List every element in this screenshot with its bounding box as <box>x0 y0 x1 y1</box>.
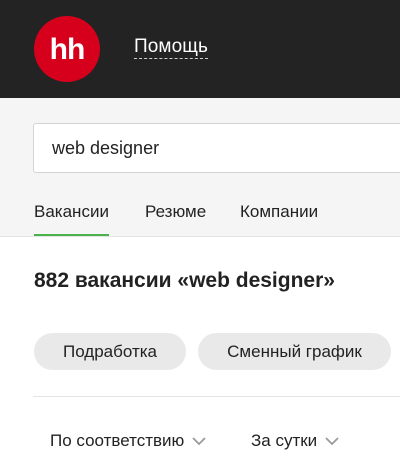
tab-resumes-label: Резюме <box>145 202 207 221</box>
search-input[interactable] <box>33 123 400 173</box>
divider <box>0 236 400 237</box>
tab-companies-label: Компании <box>240 202 319 221</box>
help-link[interactable]: Помощь <box>134 36 208 59</box>
filter-chip-label: Сменный график <box>227 341 362 361</box>
tab-companies[interactable]: Компании <box>240 202 318 237</box>
hh-logo-icon: hh <box>50 33 86 66</box>
sort-period-label: За сутки <box>251 431 318 450</box>
sort-order-dropdown[interactable]: По соответствию <box>50 431 206 451</box>
tab-vacancies-label: Вакансии <box>34 202 109 221</box>
filter-chip-part-time[interactable]: Подработка <box>34 333 186 370</box>
sort-order-label: По соответствию <box>50 431 185 450</box>
tab-resumes[interactable]: Резюме <box>145 202 206 237</box>
chevron-down-icon <box>325 431 339 451</box>
results-title: 882 вакансии «web designer» <box>34 269 335 292</box>
sort-period-dropdown[interactable]: За сутки <box>251 431 339 451</box>
chevron-down-icon <box>192 431 206 451</box>
logo-text: hh <box>50 33 85 66</box>
tabs-bar: Вакансии Резюме Компании <box>0 198 400 237</box>
filter-chip-label: Подработка <box>63 341 157 361</box>
divider <box>33 396 400 397</box>
tab-vacancies[interactable]: Вакансии <box>34 202 109 237</box>
hh-logo[interactable]: hh <box>34 16 100 82</box>
header-bar: hh Помощь <box>0 0 400 98</box>
filter-chip-shift-schedule[interactable]: Сменный график <box>198 333 391 370</box>
